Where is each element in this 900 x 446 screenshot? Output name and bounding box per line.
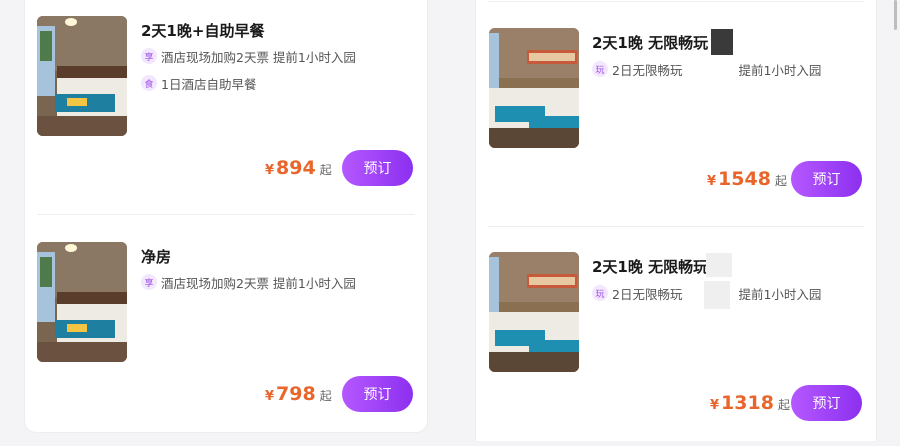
feature-text: 酒店现场加购2天票 提前1小时入园 <box>161 49 356 65</box>
card-divider <box>488 1 864 2</box>
room-title: 净房 <box>141 248 172 266</box>
scrollbar[interactable] <box>894 0 897 30</box>
feature-tag-icon: 享 <box>141 48 157 64</box>
redacted-region <box>706 253 732 277</box>
price-amount: 1548 <box>718 168 771 190</box>
room-feature: 食 1日酒店自助早餐 <box>141 73 256 93</box>
feature-text: 2日无限畅玩 <box>612 286 683 302</box>
room-card[interactable]: 2天1晚 无限畅玩 玩 2日无限畅玩 提前1小时入园 ¥ 1548 起 预订 <box>476 12 876 222</box>
feature-text: 提前1小时入园 <box>738 286 822 302</box>
feature-text: 1日酒店自助早餐 <box>161 76 257 92</box>
hotel-room-photo[interactable] <box>37 16 127 136</box>
room-title: 2天1晚+自助早餐 <box>141 22 265 40</box>
room-title: 2天1晚 无限畅玩 <box>592 34 709 52</box>
room-card[interactable]: 2天1晚 无限畅玩 玩 2日无限畅玩 提前1小时入园 ¥ 1318 起 预订 <box>476 236 876 446</box>
room-feature: 享 酒店现场加购2天票 提前1小时入园 <box>141 272 356 292</box>
feature-text: 酒店现场加购2天票 提前1小时入园 <box>161 275 356 291</box>
price-suffix: 起 <box>777 398 790 412</box>
currency-symbol: ¥ <box>265 389 275 404</box>
currency-symbol: ¥ <box>707 174 717 189</box>
card-divider <box>488 226 864 227</box>
book-button[interactable]: 预订 <box>342 376 413 412</box>
currency-symbol: ¥ <box>265 163 275 178</box>
feature-tag-icon: 玩 <box>592 61 608 77</box>
redacted-region <box>711 29 733 55</box>
book-button[interactable]: 预订 <box>342 150 413 186</box>
price-amount: 894 <box>276 157 316 179</box>
room-feature: 享 酒店现场加购2天票 提前1小时入园 <box>141 46 356 66</box>
left-room-list: 2天1晚+自助早餐 享 酒店现场加购2天票 提前1小时入园 食 1日酒店自助早餐… <box>24 0 428 433</box>
price-amount: 798 <box>276 383 316 405</box>
feature-text: 2日无限畅玩 <box>612 62 683 78</box>
room-card[interactable]: 净房 享 酒店现场加购2天票 提前1小时入园 ¥ 798 起 预订 <box>25 226 427 436</box>
feature-tag-icon: 玩 <box>592 285 608 301</box>
feature-tag-icon: 食 <box>141 75 157 91</box>
hotel-room-photo[interactable] <box>489 28 579 148</box>
right-room-list: 2天1晚 无限畅玩 玩 2日无限畅玩 提前1小时入园 ¥ 1548 起 预订 2… <box>475 0 877 441</box>
book-button[interactable]: 预订 <box>791 161 862 197</box>
room-price: ¥ 1548 起 <box>707 168 787 190</box>
price-suffix: 起 <box>774 174 787 188</box>
card-divider <box>37 214 415 215</box>
feature-tag-icon: 享 <box>141 274 157 290</box>
hotel-room-photo[interactable] <box>37 242 127 362</box>
room-price: ¥ 1318 起 <box>710 392 790 414</box>
book-button[interactable]: 预订 <box>791 385 862 421</box>
feature-text: 提前1小时入园 <box>738 62 822 78</box>
room-feature: 玩 2日无限畅玩 提前1小时入园 <box>592 59 821 79</box>
room-card[interactable]: 2天1晚+自助早餐 享 酒店现场加购2天票 提前1小时入园 食 1日酒店自助早餐… <box>25 0 427 210</box>
room-title: 2天1晚 无限畅玩 <box>592 258 709 276</box>
price-suffix: 起 <box>319 163 332 177</box>
room-price: ¥ 894 起 <box>265 157 332 179</box>
hotel-room-photo[interactable] <box>489 252 579 372</box>
redacted-region <box>704 281 730 309</box>
price-suffix: 起 <box>319 389 332 403</box>
currency-symbol: ¥ <box>710 398 720 413</box>
room-price: ¥ 798 起 <box>265 383 332 405</box>
price-amount: 1318 <box>721 392 774 414</box>
